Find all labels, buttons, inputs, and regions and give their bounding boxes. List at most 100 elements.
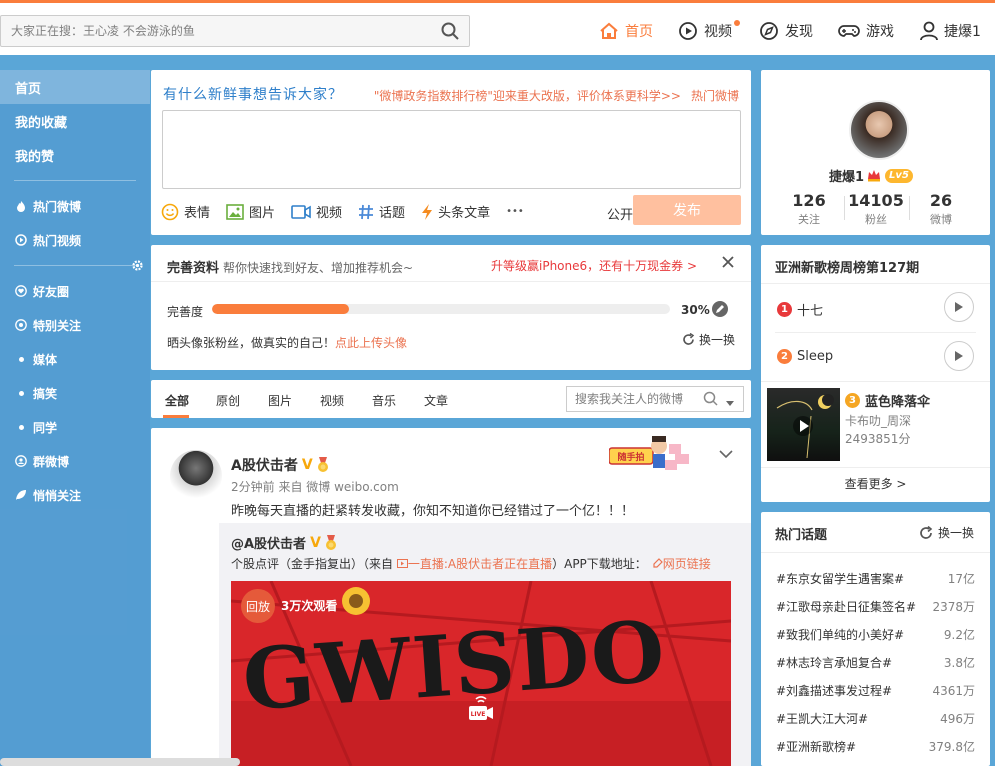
album-cover[interactable] [767, 388, 840, 461]
tab-videos[interactable]: 视频 [320, 392, 344, 409]
song-item[interactable]: 2 Sleep [777, 349, 833, 364]
sidebar-item-group-weibo[interactable]: 群微博 [0, 444, 150, 478]
sidebar-item-secret-follow[interactable]: 悄悄关注 [0, 478, 150, 512]
hot-topics-card: 热门话题 换一换 #东京女留学生遇害案# 17亿 #江歌母亲赴日征集签名# 2378… [761, 512, 990, 766]
tab-articles[interactable]: 文章 [424, 392, 448, 409]
sidebar-item-hot-video[interactable]: 热门视频 [0, 223, 150, 257]
video-player[interactable]: GWISDO 回放 3万次观看 LIVE [231, 581, 731, 766]
divider [761, 552, 990, 553]
sidebar-item-friends[interactable]: 好友圈 [0, 274, 150, 308]
repost-author-name[interactable]: @A股伏击者 [231, 533, 306, 552]
more-dots-icon: ••• [506, 206, 524, 217]
repost-author: @A股伏击者 V [231, 533, 338, 552]
upload-avatar-link[interactable]: 点此上传头像 [335, 336, 407, 350]
sidebar-item-classmates[interactable]: 同学 [0, 410, 150, 444]
post-meta: 2分钟前 来自 微博 weibo.com [231, 480, 399, 494]
web-link[interactable]: 网页链接 [653, 557, 711, 571]
more-tools[interactable]: ••• [506, 206, 524, 217]
article-tool[interactable]: 头条文章 [421, 202, 490, 221]
feed-search[interactable] [566, 386, 744, 412]
topic-tool[interactable]: 话题 [358, 202, 405, 221]
verified-badge-icon: V [310, 534, 321, 551]
topic-item[interactable]: #王凯大江大河# 496万 [776, 710, 975, 727]
live-stream-link[interactable]: 一直播:A股伏击者正在直播 [408, 557, 552, 571]
completion-title: 完善资料 帮你快速找到好友、增加推荐机会~ [167, 257, 413, 276]
image-tool[interactable]: 图片 [226, 202, 275, 221]
link-icon [653, 558, 663, 568]
topic-item[interactable]: #亚洲新歌榜# 379.8亿 [776, 738, 975, 755]
sidebar-item-home[interactable]: 首页 [0, 70, 150, 104]
nav-discover[interactable]: 发现 [759, 21, 813, 41]
gear-icon[interactable] [131, 259, 144, 272]
topic-item[interactable]: #东京女留学生遇害案# 17亿 [776, 570, 975, 587]
topic-item[interactable]: #江歌母亲赴日征集签名# 2378万 [776, 598, 975, 615]
gamepad-icon [838, 25, 860, 37]
nav-video[interactable]: 视频 [678, 20, 740, 41]
level-promo-link[interactable]: 升等级赢iPhone6，还有十万现金券 > [491, 257, 697, 274]
hot-topics-title: 热门话题 [775, 528, 828, 543]
topics-refresh-button[interactable]: 换一换 [919, 524, 974, 541]
feed-search-input[interactable] [567, 387, 697, 411]
stat-following[interactable]: 126 关注 [778, 191, 840, 227]
author-avatar[interactable] [170, 450, 222, 502]
nav-user[interactable]: 捷爆1 [920, 21, 981, 41]
sidebar-item-likes[interactable]: 我的赞 [0, 138, 150, 172]
nav-games[interactable]: 游戏 [838, 21, 894, 41]
global-search[interactable] [0, 15, 470, 47]
sidebar-item-funny[interactable]: 搞笑 [0, 376, 150, 410]
post-options-chevron-icon[interactable] [719, 448, 733, 462]
dropdown-arrow-icon[interactable] [725, 396, 735, 410]
global-search-input[interactable] [1, 16, 421, 46]
video-tool[interactable]: 视频 [291, 202, 342, 221]
notification-dot [734, 20, 740, 26]
song-item[interactable]: 1 十七 [777, 300, 823, 319]
play-button-icon[interactable] [944, 341, 974, 371]
sidebar-item-special-follow[interactable]: 特别关注 [0, 308, 150, 342]
topic-item[interactable]: #刘鑫描述事发过程# 4361万 [776, 682, 975, 699]
stat-followers[interactable]: 14105 粉丝 [845, 191, 907, 227]
featured-song-artist[interactable]: 卡布叻_周深 [845, 412, 911, 429]
user-name[interactable]: 捷爆1 [829, 166, 864, 185]
sidebar-item-label: 特别关注 [33, 318, 82, 333]
lightning-icon [422, 203, 433, 220]
search-icon[interactable] [703, 391, 719, 410]
bullet-icon [19, 390, 24, 396]
song-name: Sleep [797, 349, 834, 364]
close-icon[interactable] [721, 255, 735, 272]
promo-link[interactable]: "微博政务指数排行榜"迎来重大改版，评价体系更科学>> [374, 89, 681, 103]
publisher-toolbar: 表情 图片 视频 话题 头条文章 ••• [161, 202, 540, 221]
play-button-icon[interactable] [944, 292, 974, 322]
tool-label: 图片 [249, 206, 276, 221]
tab-music[interactable]: 音乐 [372, 392, 396, 409]
stat-posts[interactable]: 26 微博 [910, 191, 972, 227]
level-badge[interactable]: Lv5 [885, 168, 913, 183]
sidebar-item-media[interactable]: 媒体 [0, 342, 150, 376]
deco-label: 随手拍 [617, 451, 644, 463]
refresh-button[interactable]: 换一换 [682, 331, 735, 348]
author-name[interactable]: A股伏击者 [231, 455, 298, 475]
hot-weibo-link[interactable]: 热门微博 [691, 89, 739, 103]
song-name: 十七 [797, 304, 824, 319]
edit-icon[interactable] [711, 300, 729, 321]
see-more-link[interactable]: 查看更多 > [761, 475, 990, 492]
sidebar-item-hot-weibo[interactable]: 热门微博 [0, 189, 150, 223]
emoji-tool[interactable]: 表情 [161, 202, 210, 221]
tab-images[interactable]: 图片 [268, 392, 292, 409]
tab-all[interactable]: 全部 [165, 392, 189, 409]
topic-item[interactable]: #林志玲言承旭复合# 3.8亿 [776, 654, 975, 671]
tab-original[interactable]: 原创 [216, 392, 240, 409]
nav-home[interactable]: 首页 [599, 21, 653, 41]
sidebar-item-favorites[interactable]: 我的收藏 [0, 104, 150, 138]
user-avatar[interactable] [849, 100, 909, 160]
tool-label: 视频 [316, 206, 343, 221]
completion-percent: 30% [681, 303, 710, 317]
publisher-textarea[interactable] [162, 110, 741, 189]
horizontal-scrollbar[interactable] [0, 758, 240, 766]
publish-button[interactable]: 发布 [633, 195, 741, 225]
publisher-prompt: 有什么新鲜事想告诉大家？ [163, 87, 343, 103]
topic-count: 2378万 [932, 600, 975, 614]
featured-song-title[interactable]: 3 蓝色降落伞 [845, 391, 930, 410]
search-icon[interactable] [441, 22, 459, 43]
topic-item[interactable]: #致我们单纯的小美好# 9.2亿 [776, 626, 975, 643]
tool-label: 表情 [184, 206, 211, 221]
